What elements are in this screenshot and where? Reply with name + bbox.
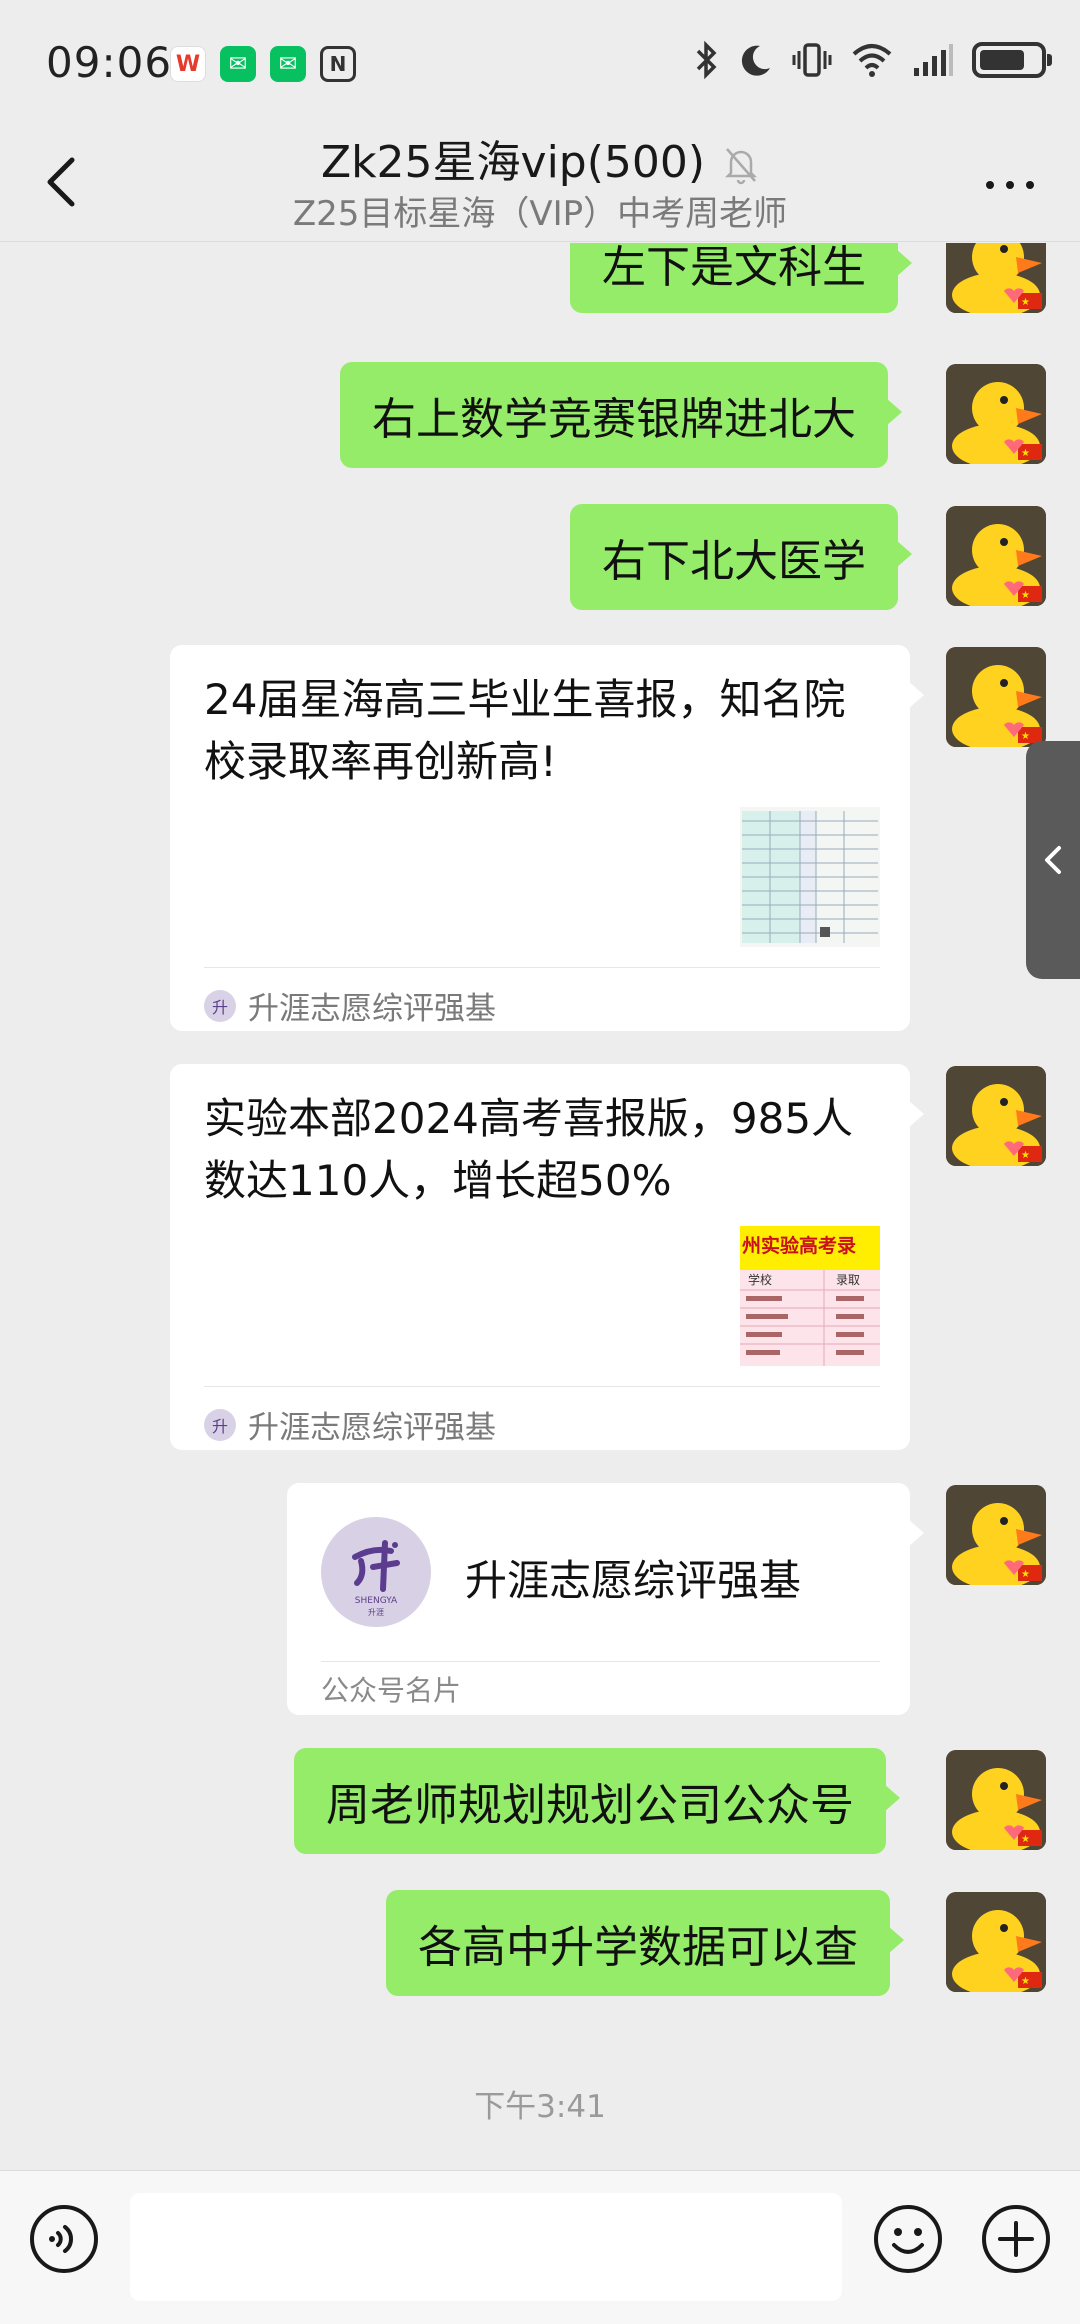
- input-bar: [0, 2170, 1080, 2324]
- emoji-smile-icon: [874, 2205, 942, 2273]
- thumbnail-column-admit: 录取: [836, 1273, 860, 1287]
- thumbnail-column-school: 学校: [748, 1272, 772, 1287]
- chat-message-list[interactable]: 左下是文科生 ★ 右上数学竞赛银牌进北大 ★ 右下北大医学 ★ 24届星海高三毕…: [0, 243, 1080, 2170]
- article-source: 升 升涯志愿综评强基: [204, 983, 496, 1028]
- article-source-name: 升涯志愿综评强基: [248, 991, 496, 1027]
- bluetooth-icon: [696, 40, 717, 80]
- thumbnail-heading: 州实验高考录: [742, 1234, 856, 1257]
- article-title: 24届星海高三毕业生喜报，知名院校录取率再创新高!: [204, 675, 846, 786]
- avatar[interactable]: ★: [946, 1485, 1046, 1585]
- message-text: 右上数学竞赛银牌进北大: [372, 394, 856, 445]
- svg-text:★: ★: [1021, 1834, 1030, 1845]
- avatar[interactable]: ★: [946, 1892, 1046, 1992]
- message-text: 各高中升学数据可以查: [418, 1922, 858, 1973]
- notification-icons: W ✉ ✉ N: [170, 46, 356, 82]
- chat-header: Zk25星海vip(500) Z25目标星海（VIP）中考周老师: [0, 120, 1080, 242]
- wifi-icon: [852, 44, 892, 77]
- article-card[interactable]: 实验本部2024高考喜报版，985人数达110人，增长超50% 州实验高考录 学…: [170, 1064, 924, 1450]
- svg-text:★: ★: [1021, 590, 1030, 601]
- mute-bell-icon: [725, 148, 758, 185]
- message-text: 右下北大医学: [602, 536, 866, 587]
- message-input[interactable]: [130, 2193, 842, 2301]
- status-time: 09:06: [46, 38, 173, 87]
- svg-text:★: ★: [1021, 1976, 1030, 1987]
- card-divider: [204, 1386, 880, 1387]
- status-bar: 09:06 W ✉ ✉ N: [0, 0, 1080, 120]
- svg-text:★: ★: [1021, 1569, 1030, 1580]
- message-bubble[interactable]: 右下北大医学: [570, 504, 912, 610]
- svg-text:★: ★: [1021, 297, 1030, 308]
- signal-icon: [914, 44, 953, 76]
- account-logo-subtext: 升涯: [368, 1608, 384, 1617]
- battery-level: [980, 50, 1024, 70]
- duck-avatar-icon: ★: [946, 1750, 1046, 1850]
- message-bubble[interactable]: 右上数学竞赛银牌进北大: [340, 362, 902, 468]
- message-bubble[interactable]: 左下是文科生: [570, 243, 912, 313]
- more-actions-button[interactable]: [980, 2203, 1052, 2275]
- account-logo: SHENGYA 升涯: [321, 1517, 431, 1627]
- group-subtitle: Z25目标星海（VIP）中考周老师: [292, 194, 788, 234]
- group-title-row[interactable]: Zk25星海vip(500): [0, 126, 1080, 190]
- svg-text:★: ★: [1021, 448, 1030, 459]
- shengya-logo-icon: 升: [204, 1408, 236, 1441]
- wps-office-icon: W: [170, 46, 206, 82]
- more-dots-icon: [986, 181, 1034, 189]
- svg-text:★: ★: [1021, 731, 1030, 742]
- message-text: 左下是文科生: [602, 243, 866, 293]
- article-title: 实验本部2024高考喜报版，985人数达110人，增长超50%: [204, 1094, 854, 1205]
- shengya-logo-icon: 升: [204, 989, 236, 1022]
- message-text: 周老师规划规划公司公众号: [326, 1780, 854, 1831]
- voice-input-button[interactable]: [28, 2203, 100, 2275]
- article-thumbnail: 州实验高考录 学校 录取: [740, 1226, 880, 1366]
- avatar[interactable]: ★: [946, 647, 1046, 747]
- system-icons: [694, 40, 1052, 80]
- nfc-icon: N: [320, 46, 356, 82]
- account-name: 升涯志愿综评强基: [465, 1556, 802, 1605]
- voice-icon: [30, 2205, 98, 2273]
- shengya-logo-icon: SHENGYA 升涯: [352, 1540, 400, 1617]
- official-account-card[interactable]: SHENGYA 升涯 升涯志愿综评强基 公众号名片: [287, 1483, 924, 1715]
- floating-side-tab[interactable]: [1026, 741, 1080, 979]
- duck-avatar-icon: ★: [946, 506, 1046, 606]
- duck-avatar-icon: ★: [946, 1066, 1046, 1166]
- message-bubble[interactable]: 各高中升学数据可以查: [386, 1890, 904, 1996]
- duck-avatar-icon: ★: [946, 1892, 1046, 1992]
- plus-icon: [982, 2205, 1050, 2273]
- svg-text:★: ★: [1021, 1150, 1030, 1161]
- group-title: Zk25星海vip(500): [320, 137, 706, 188]
- wechat-icon: ✉: [220, 46, 256, 82]
- admission-table-thumbnail: [740, 807, 880, 947]
- duck-avatar-icon: ★: [946, 243, 1046, 313]
- do-not-disturb-icon: [741, 45, 770, 76]
- message-timestamp: 下午3:41: [474, 2089, 606, 2125]
- account-logo-text: SHENGYA: [355, 1596, 398, 1606]
- message-bubble[interactable]: 周老师规划规划公司公众号: [294, 1748, 900, 1854]
- vibrate-icon: [792, 43, 832, 77]
- admission-report-thumbnail: 州实验高考录 学校 录取: [740, 1226, 880, 1366]
- wechat-icon: ✉: [270, 46, 306, 82]
- article-source-name: 升涯志愿综评强基: [248, 1410, 496, 1446]
- duck-avatar-icon: ★: [946, 1485, 1046, 1585]
- avatar[interactable]: ★: [946, 364, 1046, 464]
- avatar[interactable]: ★: [946, 1750, 1046, 1850]
- battery-icon: [972, 42, 1052, 78]
- article-thumbnail: [740, 807, 880, 947]
- card-divider: [204, 967, 880, 968]
- duck-avatar-icon: ★: [946, 647, 1046, 747]
- article-source: 升 升涯志愿综评强基: [204, 1402, 496, 1447]
- article-card[interactable]: 24届星海高三毕业生喜报，知名院校录取率再创新高! 升 升涯志愿综评强基: [170, 645, 924, 1031]
- account-card-type: 公众号名片: [321, 1674, 462, 1707]
- chevron-left-icon: [1045, 846, 1061, 874]
- duck-avatar-icon: ★: [946, 364, 1046, 464]
- card-divider: [321, 1661, 880, 1662]
- more-options-button[interactable]: [980, 170, 1040, 200]
- emoji-button[interactable]: [872, 2203, 944, 2275]
- avatar[interactable]: ★: [946, 243, 1046, 313]
- avatar[interactable]: ★: [946, 1066, 1046, 1166]
- avatar[interactable]: ★: [946, 506, 1046, 606]
